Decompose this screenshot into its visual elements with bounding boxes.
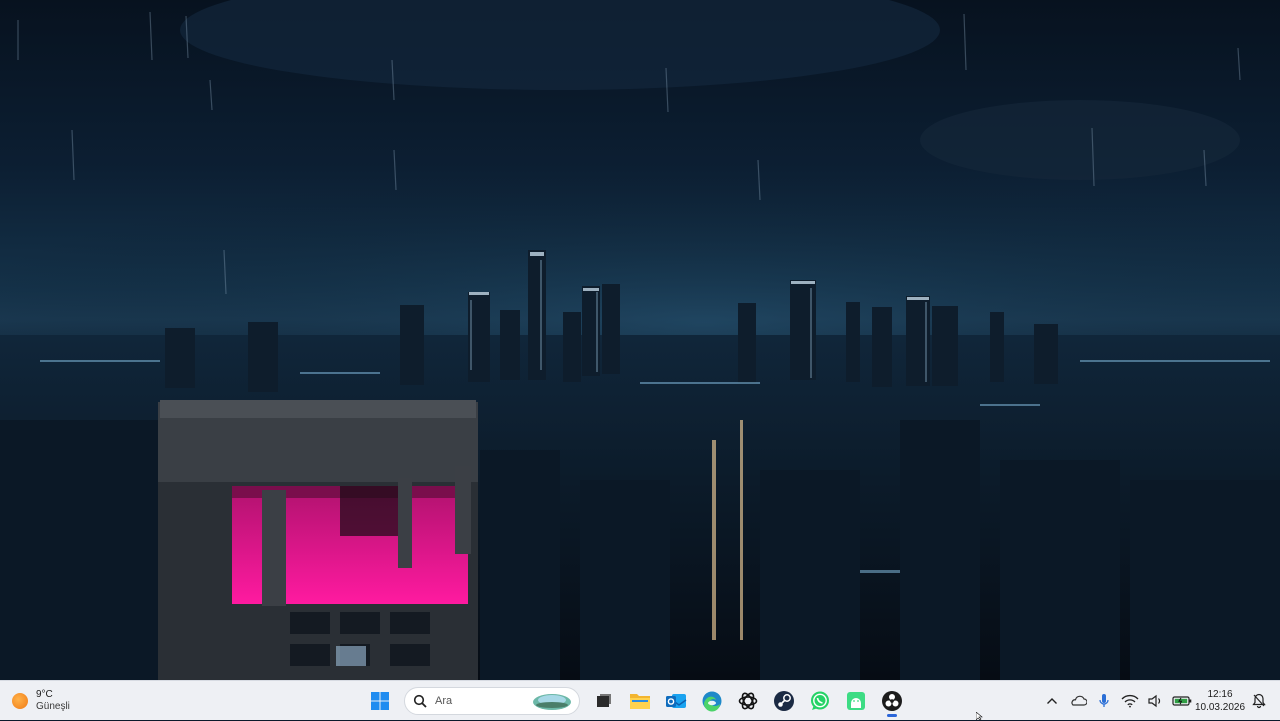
windows-logo-icon — [371, 692, 389, 710]
desktop-wallpaper — [0, 0, 1280, 680]
wifi-icon — [1121, 694, 1139, 708]
task-view-button[interactable] — [588, 685, 620, 717]
microphone-button[interactable] — [1094, 689, 1114, 713]
chevron-up-icon — [1047, 698, 1057, 704]
taskbar-center: Ara — [364, 684, 908, 718]
clock-time: 12:16 — [1207, 689, 1233, 700]
mouse-cursor-icon — [976, 712, 983, 720]
microphone-icon — [1099, 694, 1109, 707]
folder-icon — [630, 694, 650, 709]
android-icon — [847, 692, 865, 710]
battery-button[interactable] — [1172, 689, 1192, 713]
volume-button[interactable] — [1146, 689, 1166, 713]
search-highlight-icon — [533, 694, 571, 710]
edge-button[interactable] — [696, 685, 728, 717]
onedrive-icon — [1071, 695, 1087, 706]
edge-icon — [702, 691, 722, 712]
network-button[interactable] — [1120, 689, 1140, 713]
steam-button[interactable] — [768, 685, 800, 717]
task-view-icon — [597, 694, 611, 707]
notification-bell-icon — [1252, 693, 1266, 709]
sun-icon — [12, 693, 28, 709]
chatgpt-icon — [738, 692, 758, 710]
file-explorer-button[interactable] — [624, 685, 656, 717]
weather-temperature: 9°C — [36, 689, 53, 700]
clock-date: 10.03.2026 — [1194, 702, 1246, 713]
whatsapp-button[interactable] — [804, 685, 836, 717]
show-hidden-icons-button[interactable] — [1042, 689, 1062, 713]
search-icon — [413, 694, 427, 708]
outlook-icon — [666, 694, 687, 708]
clock[interactable]: 12:16 10.03.2026 — [1192, 688, 1248, 714]
search-box[interactable]: Ara — [404, 687, 580, 715]
whatsapp-icon — [811, 691, 829, 710]
android-studio-button[interactable] — [840, 685, 872, 717]
speaker-icon — [1148, 694, 1161, 708]
start-button[interactable] — [364, 685, 396, 717]
outlook-button[interactable] — [660, 685, 692, 717]
battery-icon — [1172, 696, 1192, 706]
taskbar: 9°C Güneşli Ara 12:16 10.03.2026 — [0, 680, 1280, 720]
steam-icon — [774, 691, 794, 711]
chatgpt-button[interactable] — [732, 685, 764, 717]
obs-studio-button[interactable] — [876, 685, 908, 717]
search-placeholder: Ara — [435, 695, 453, 707]
weather-condition: Güneşli — [36, 701, 70, 712]
onedrive-button[interactable] — [1068, 689, 1088, 713]
rainy-night-city-wallpaper — [0, 0, 1280, 680]
system-tray — [1042, 681, 1192, 721]
weather-widget[interactable]: 9°C Güneşli — [12, 687, 70, 715]
notification-center-button[interactable] — [1250, 691, 1268, 711]
obs-icon — [882, 691, 902, 711]
